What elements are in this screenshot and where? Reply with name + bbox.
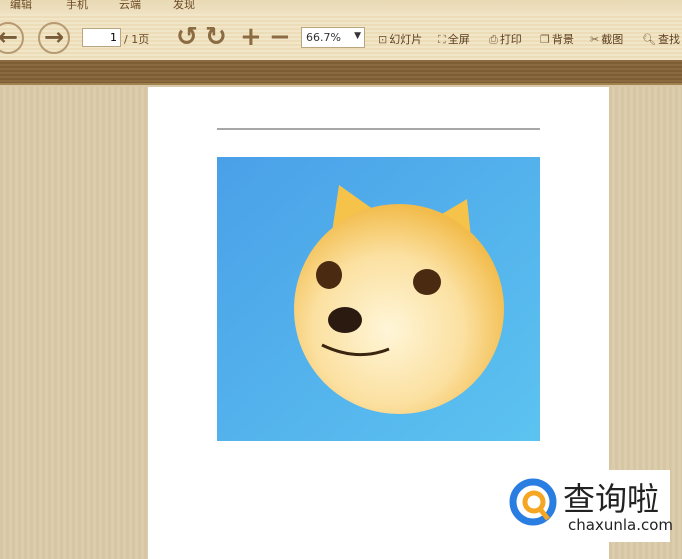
fullscreen-button[interactable]: ⛶ 全屏 [438,31,470,47]
label: 截图 [601,33,624,46]
zoom-value: 66.7% [306,31,341,44]
chaxunla-logo-icon [509,478,557,526]
rotate-right-icon[interactable]: ↻ [205,22,227,52]
background-icon: ❐ [540,33,550,46]
tab-cloud[interactable]: 云端 [119,0,141,12]
arrow-left-icon: ← [0,23,19,51]
background-button[interactable]: ❐ 背景 [540,31,574,47]
horizontal-rule [217,128,540,130]
page-total: / 1页 [124,33,150,46]
print-button[interactable]: ⎙ 打印 [489,31,522,47]
slideshow-icon: ⊡ [378,33,388,46]
fullscreen-icon: ⛶ [438,33,446,46]
label: 幻灯片 [389,33,423,46]
doge-image [217,157,540,441]
zoom-in-icon[interactable]: + [240,22,262,52]
left-margin [0,87,148,559]
watermark-url: chaxunla.com [568,516,673,534]
search-icon: 🔍︎ [642,33,656,46]
arrow-right-icon: → [43,23,65,51]
toolbar-divider-bar [0,60,682,85]
print-icon: ⎙ [489,33,498,46]
slideshow-button[interactable]: ⊡ 幻灯片 [378,31,422,47]
scissors-icon: ✂ [590,33,600,46]
tab-edit[interactable]: 编辑 [10,0,32,12]
screenshot-button[interactable]: ✂ 截图 [590,31,623,47]
page-number-input[interactable]: 1 [82,28,121,47]
rotate-left-icon[interactable]: ↺ [176,22,198,52]
chevron-down-icon: ▼ [354,31,361,41]
label: 打印 [499,33,522,46]
zoom-out-icon[interactable]: − [269,22,291,52]
search-button[interactable]: 🔍︎ 查找 [642,31,680,47]
tab-mobile[interactable]: 手机 [66,0,88,12]
tab-discover[interactable]: 发现 [173,0,195,12]
label: 查找 [657,33,680,46]
watermark-title: 查询啦 [563,480,660,518]
label: 全屏 [447,33,470,46]
label: 背景 [551,33,574,46]
tab-strip: 编辑 手机 云端 发现 [0,0,682,14]
forward-button[interactable]: → [38,22,70,54]
zoom-select[interactable]: 66.7% ▼ [301,27,365,48]
